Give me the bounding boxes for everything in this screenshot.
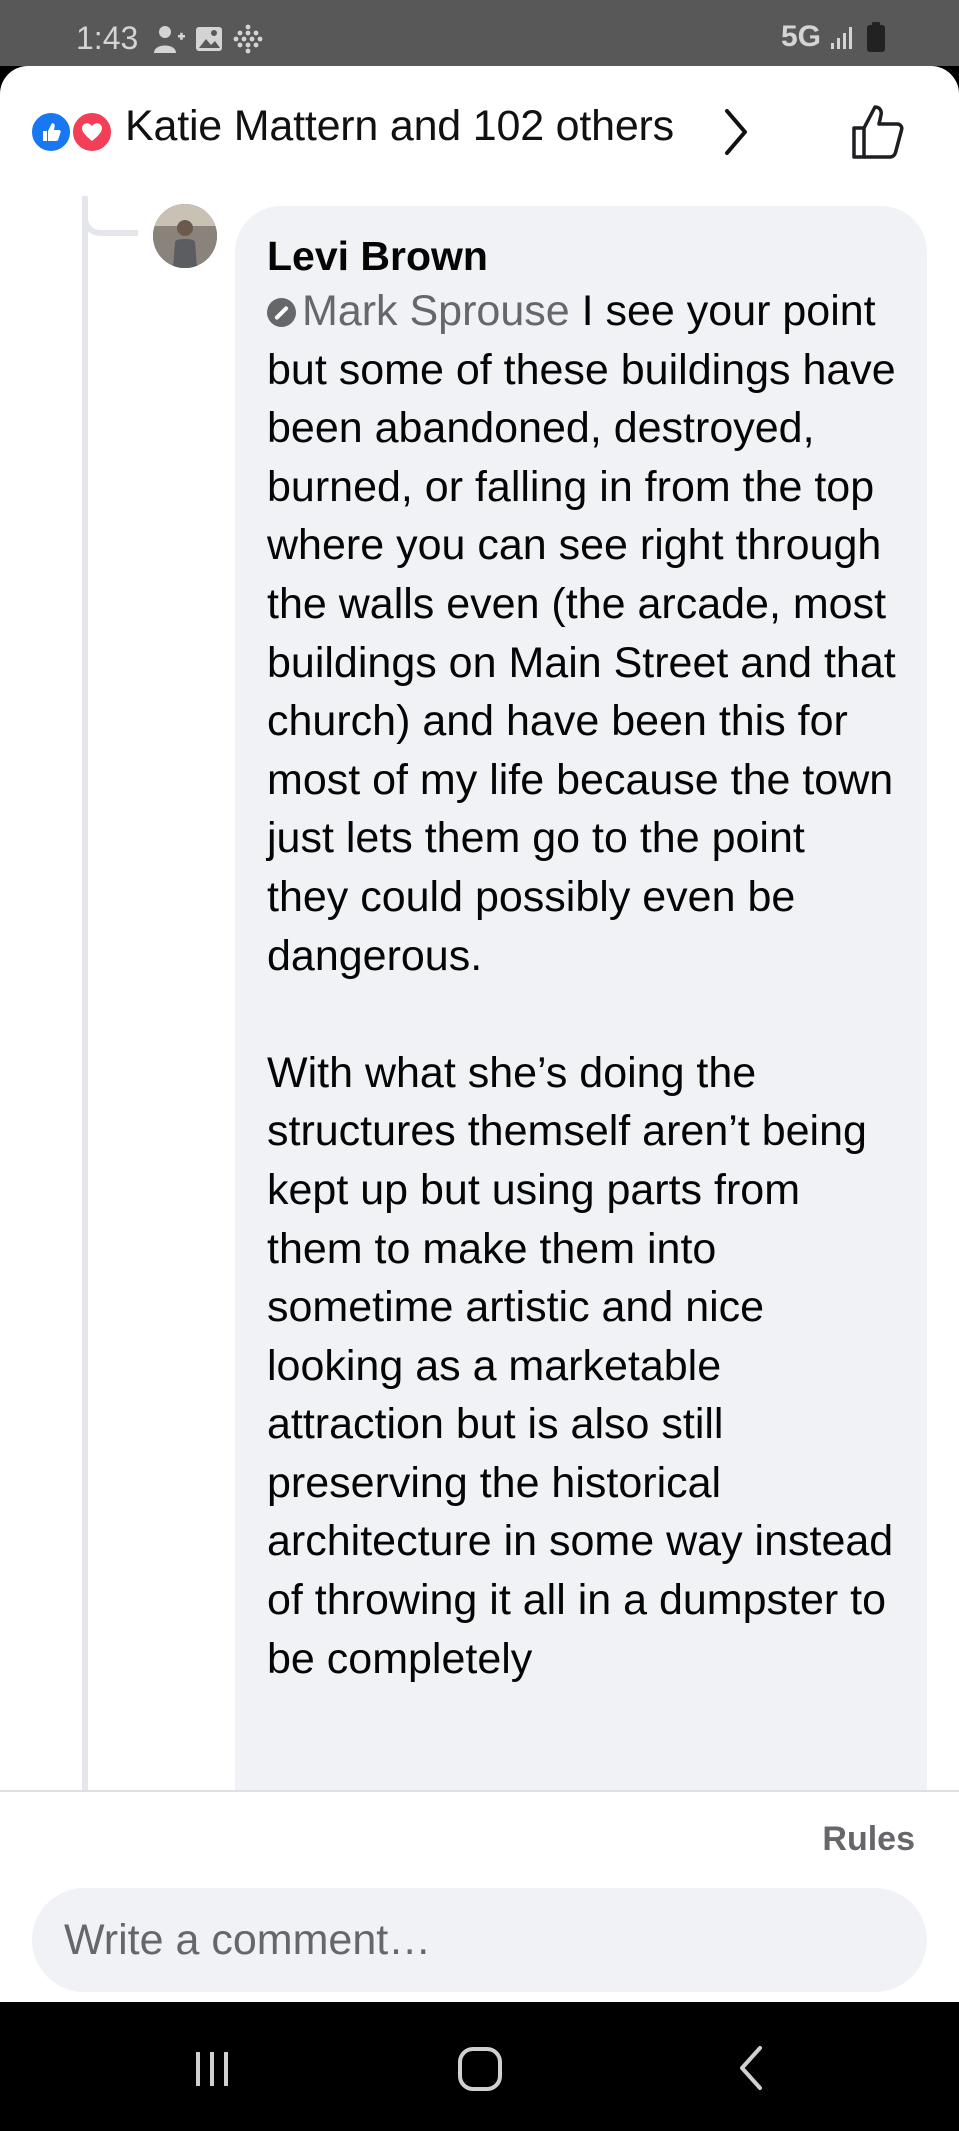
signal-icon [831, 27, 852, 49]
avatar-person-icon [153, 204, 217, 268]
status-notification-icons [152, 22, 264, 56]
gallery-icon [196, 27, 222, 51]
battery-icon [867, 22, 885, 52]
comment-bubble[interactable]: Levi Brown Mark Sprouse I see your point… [235, 206, 927, 2002]
mention-tag[interactable]: Mark Sprouse [267, 287, 570, 335]
network-type: 5G [780, 20, 821, 53]
like-reaction-icon [29, 110, 73, 154]
back-icon[interactable] [724, 2040, 780, 2096]
like-button-icon[interactable] [848, 102, 908, 162]
comment-input[interactable] [32, 1888, 927, 1992]
reactions-header[interactable]: Katie Mattern and 102 others [0, 66, 959, 198]
comments-sheet: Katie Mattern and 102 others Levi Brown … [0, 66, 959, 2002]
reactors-summary[interactable]: Katie Mattern and 102 others [125, 102, 674, 151]
comment-paragraph-1: I see your point but some of these build… [267, 287, 896, 980]
rules-link[interactable]: Rules [822, 1820, 915, 1859]
mention-blocked-icon [267, 298, 296, 327]
chevron-right-icon[interactable] [722, 106, 750, 158]
status-time: 1:43 [76, 20, 139, 56]
add-contact-icon [154, 26, 185, 53]
recent-apps-icon[interactable] [184, 2040, 240, 2096]
comment-composer: Rules [0, 1790, 959, 2002]
comment-author[interactable]: Levi Brown [267, 230, 897, 282]
mention-name[interactable]: Mark Sprouse [302, 287, 570, 335]
system-nav-bar [0, 2002, 959, 2131]
status-right-group: 5G [781, 20, 887, 54]
reply-thread-connector [82, 196, 138, 236]
love-reaction-icon [70, 110, 114, 154]
comment-paragraph-2: With what she’s doing the structures the… [267, 1048, 894, 1683]
reply-thread-line [82, 196, 88, 1856]
grid-dots-icon [233, 24, 263, 54]
avatar[interactable] [153, 204, 217, 268]
comment-text: Mark Sprouse I see your point but some o… [267, 282, 897, 985]
status-bar: 1:43 5G [0, 0, 959, 66]
home-icon[interactable] [452, 2040, 508, 2096]
